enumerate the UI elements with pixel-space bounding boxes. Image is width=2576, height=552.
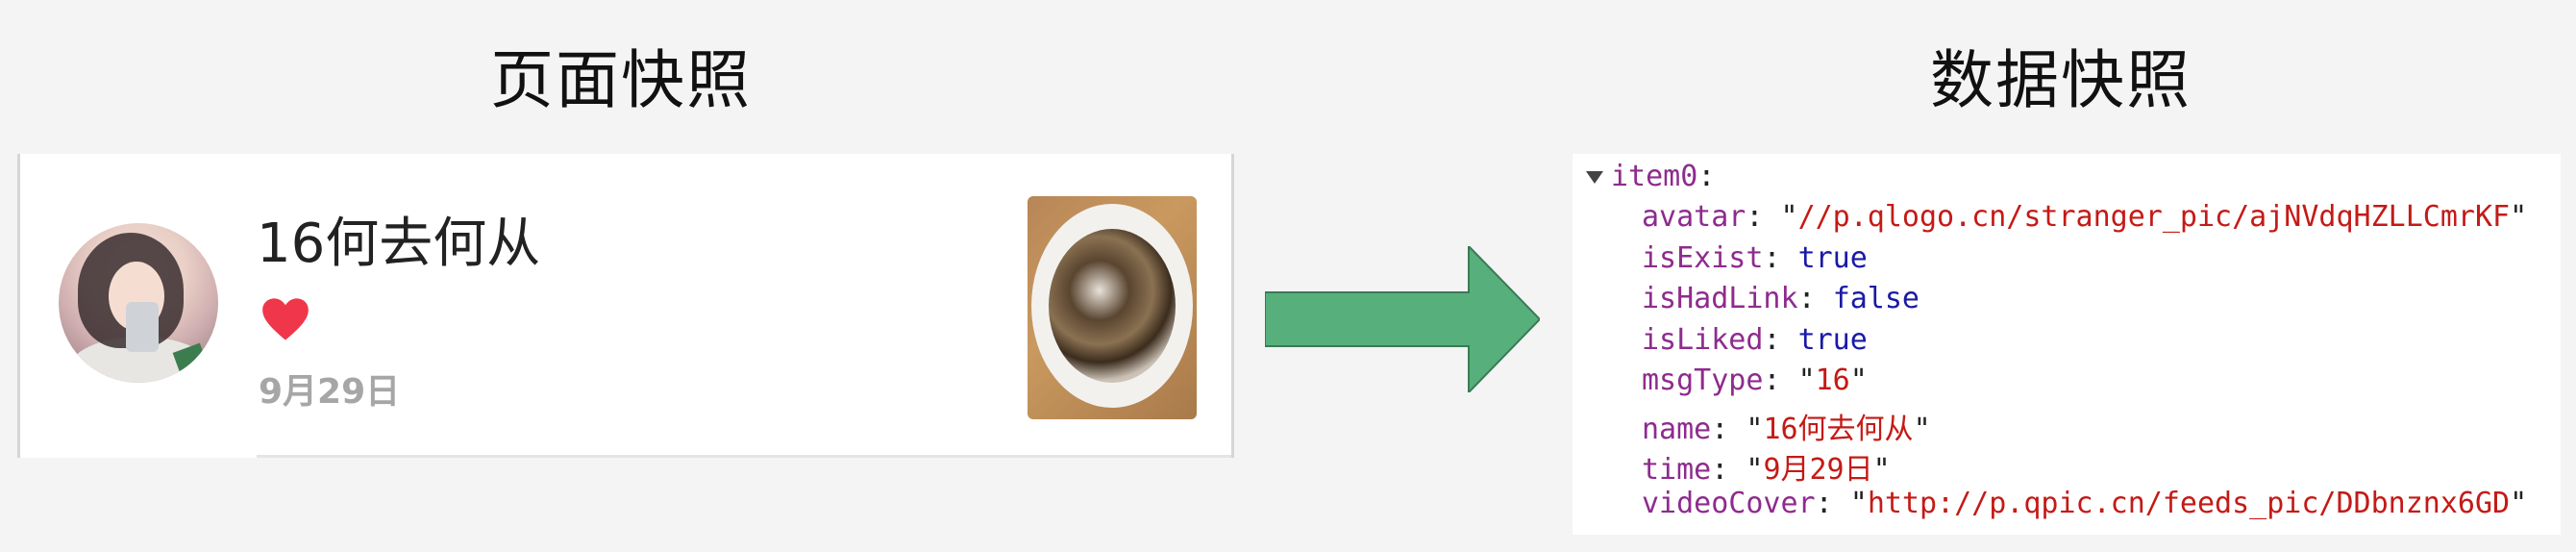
property-value: false (1832, 282, 1920, 315)
right-arrow-icon (1265, 246, 1540, 392)
video-cover-thumbnail[interactable] (1028, 196, 1197, 419)
property-row: isLiked: true (1642, 322, 1868, 357)
property-value: 16何去何从 (1763, 412, 1914, 446)
page-snapshot-panel: 16何去何从 9月29日 (17, 154, 1234, 458)
property-key: avatar (1642, 200, 1746, 234)
property-row: isHadLink: false (1642, 282, 1920, 315)
row-divider (257, 455, 1231, 458)
property-value: true (1797, 322, 1868, 357)
avatar[interactable] (59, 223, 218, 383)
property-key: msgType (1642, 364, 1764, 397)
property-value: 16 (1815, 364, 1850, 397)
property-key: videoCover (1642, 486, 1816, 520)
property-row: msgType: "16" (1642, 364, 1868, 397)
property-row: name: "16何去何从" (1642, 412, 1931, 446)
property-key: name (1642, 412, 1712, 446)
property-value: true (1797, 240, 1868, 275)
property-row: isExist: true (1642, 240, 1868, 275)
property-row: videoCover: "http://p.qpic.cn/feeds_pic/… (1642, 486, 2528, 520)
property-row: time: "9月29日" (1642, 453, 1891, 487)
property-key: time (1642, 453, 1712, 487)
data-snapshot-panel: item0: avatar: "//p.qlogo.cn/stranger_pi… (1573, 154, 2561, 535)
heart-icon[interactable] (260, 294, 310, 344)
page-snapshot-heading: 页面快照 (490, 43, 752, 117)
property-value: //p.qlogo.cn/stranger_pic/ajNVdqHZLLCmrK… (1797, 200, 2511, 234)
property-value: 9月29日 (1763, 453, 1873, 487)
property-key: isLiked (1642, 322, 1764, 357)
object-row[interactable]: item0: (1586, 160, 1715, 193)
property-key: isExist (1642, 240, 1764, 275)
expand-triangle-icon[interactable] (1586, 171, 1603, 184)
object-key: item0 (1611, 160, 1698, 193)
property-row: avatar: "//p.qlogo.cn/stranger_pic/ajNVd… (1642, 200, 2528, 234)
property-key: isHadLink (1642, 282, 1798, 315)
property-value: http://p.qpic.cn/feeds_pic/DDbnznx6GD (1867, 486, 2511, 520)
data-snapshot-heading: 数据快照 (1930, 43, 2192, 117)
user-name: 16何去何从 (257, 213, 541, 275)
post-date: 9月29日 (259, 372, 401, 412)
